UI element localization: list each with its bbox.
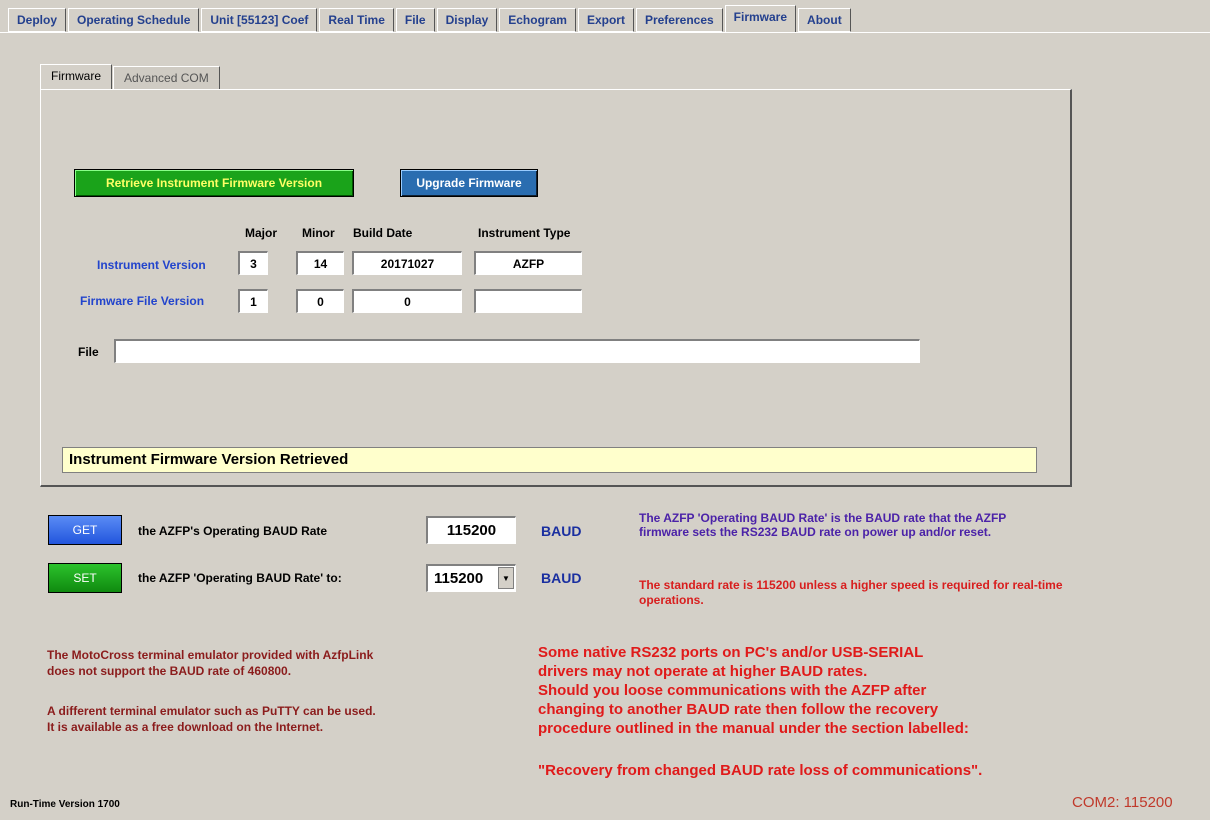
tab-firmware[interactable]: Firmware (724, 5, 797, 32)
main-tab-strip: Deploy Operating Schedule Unit [55123] C… (8, 5, 853, 32)
motocross-note-line2: does not support the BAUD rate of 460800… (47, 664, 292, 678)
tab-preferences[interactable]: Preferences (635, 8, 723, 32)
chevron-down-icon[interactable]: ▼ (498, 567, 514, 589)
runtime-version-label: Run-Time Version 1700 (10, 799, 120, 810)
file-type-field (474, 289, 582, 313)
header-instrument-type: Instrument Type (478, 226, 571, 240)
tab-deploy[interactable]: Deploy (8, 8, 67, 32)
tab-file[interactable]: File (395, 8, 435, 32)
upgrade-firmware-button[interactable]: Upgrade Firmware (400, 169, 538, 197)
instrument-major-field: 3 (238, 251, 268, 275)
file-minor-field: 0 (296, 289, 344, 313)
warning-line5: procedure outlined in the manual under t… (538, 720, 969, 737)
baud-rate-select[interactable]: 115200 ▼ (426, 564, 516, 592)
tab-about[interactable]: About (798, 8, 851, 32)
header-build-date: Build Date (353, 226, 413, 240)
tab-strip-divider (0, 32, 1210, 33)
tab-display[interactable]: Display (436, 8, 498, 32)
tab-real-time[interactable]: Real Time (319, 8, 394, 32)
firmware-panel (40, 89, 1072, 487)
tab-export[interactable]: Export (577, 8, 634, 32)
instrument-version-label: Instrument Version (97, 258, 206, 272)
instrument-build-date-field: 20171027 (352, 251, 462, 275)
tab-operating-schedule[interactable]: Operating Schedule (68, 8, 200, 32)
set-baud-unit: BAUD (541, 570, 582, 586)
instrument-type-field: AZFP (474, 251, 582, 275)
putty-note-line2: It is available as a free download on th… (47, 720, 324, 734)
get-baud-label: the AZFP's Operating BAUD Rate (138, 524, 328, 538)
warning-line4: changing to another BAUD rate then follo… (538, 701, 939, 718)
file-build-date-field: 0 (352, 289, 462, 313)
putty-note-line1: A different terminal emulator such as Pu… (47, 704, 376, 718)
warning-line3: Should you loose communications with the… (538, 682, 927, 699)
retrieve-firmware-version-button[interactable]: Retrieve Instrument Firmware Version (74, 169, 354, 197)
firmware-status-bar: Instrument Firmware Version Retrieved (62, 447, 1037, 473)
instrument-minor-field: 14 (296, 251, 344, 275)
subtab-advanced-com[interactable]: Advanced COM (113, 66, 220, 90)
baud-rate-select-value: 115200 (434, 570, 484, 587)
file-path-field[interactable] (114, 339, 920, 363)
set-baud-label: the AZFP 'Operating BAUD Rate' to: (138, 571, 342, 585)
header-minor: Minor (302, 226, 335, 240)
tab-echogram[interactable]: Echogram (499, 8, 576, 32)
standard-rate-info: The standard rate is 115200 unless a hig… (639, 578, 1063, 607)
file-major-field: 1 (238, 289, 268, 313)
firmware-subtab-strip: Firmware Advanced COM (40, 64, 221, 90)
operating-baud-info: The AZFP 'Operating BAUD Rate' is the BA… (639, 511, 1007, 539)
header-major: Major (245, 226, 278, 240)
tab-unit-coef[interactable]: Unit [55123] Coef (201, 8, 318, 32)
get-baud-button[interactable]: GET (48, 515, 122, 545)
set-baud-button[interactable]: SET (48, 563, 122, 593)
warning-recovery-section: "Recovery from changed BAUD rate loss of… (538, 762, 983, 779)
com-port-status: COM2: 115200 (1072, 794, 1173, 811)
subtab-firmware[interactable]: Firmware (40, 64, 112, 90)
motocross-note-line1: The MotoCross terminal emulator provided… (47, 648, 374, 662)
get-baud-unit: BAUD (541, 523, 582, 539)
warning-line2: drivers may not operate at higher BAUD r… (538, 663, 868, 680)
current-baud-field: 115200 (426, 516, 516, 544)
warning-line1: Some native RS232 ports on PC's and/or U… (538, 644, 924, 661)
firmware-file-version-label: Firmware File Version (80, 294, 205, 308)
file-label: File (78, 345, 99, 359)
